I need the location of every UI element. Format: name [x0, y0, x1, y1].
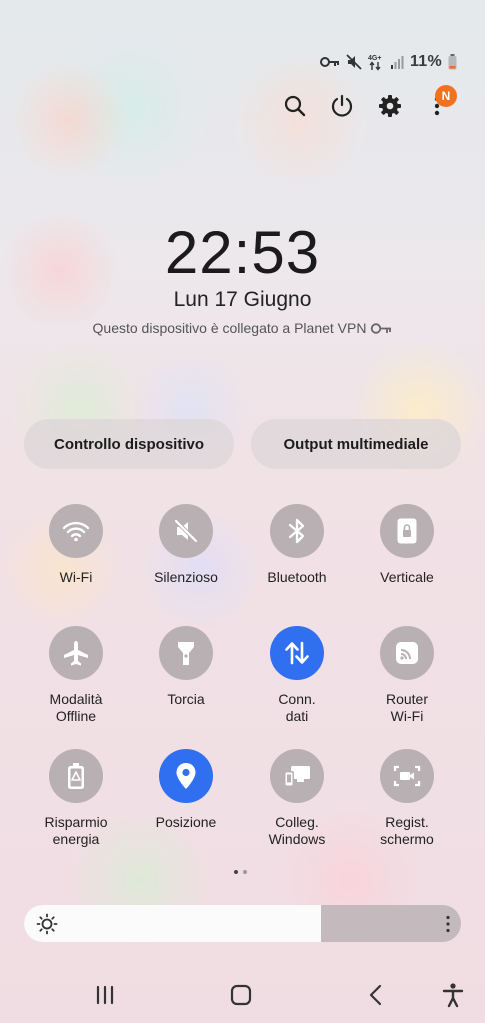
brightness-slider[interactable] [24, 905, 461, 942]
vpn-status: Questo dispositivo è collegato a Planet … [0, 320, 485, 336]
bluetooth-icon [288, 518, 305, 544]
tile-flashlight[interactable]: Torcia [131, 626, 241, 708]
hotspot-icon [396, 642, 418, 664]
airplane-icon [64, 641, 88, 666]
media-output-button[interactable]: Output multimediale [251, 419, 461, 469]
flashlight-icon [178, 642, 194, 665]
tile-screen-record[interactable]: Regist. schermo [352, 749, 462, 848]
settings-button[interactable] [374, 90, 406, 122]
page-indicator [234, 870, 247, 874]
rotation-lock-icon [397, 518, 417, 544]
tile-wifi[interactable]: Wi-Fi [21, 504, 131, 586]
screen-record-icon [393, 765, 421, 787]
search-icon [284, 95, 306, 117]
tile-circle[interactable] [159, 749, 213, 803]
battery-percent: 11% [409, 53, 442, 70]
back-icon[interactable] [366, 982, 386, 1008]
tile-circle[interactable] [270, 504, 324, 558]
home-icon[interactable] [229, 982, 253, 1008]
tile-link-windows[interactable]: Colleg. Windows [242, 749, 352, 848]
tile-mobile-data[interactable]: Conn. dati [242, 626, 352, 725]
tile-label: Torcia [167, 691, 205, 707]
tile-label: Wi-Fi [59, 569, 93, 585]
tile-label: Bluetooth [267, 569, 327, 585]
tile-bluetooth[interactable]: Bluetooth [242, 504, 352, 586]
search-button[interactable] [279, 90, 311, 122]
tile-circle[interactable] [159, 626, 213, 680]
recents-icon[interactable] [95, 982, 115, 1008]
tile-airplane[interactable]: Modalità Offline [21, 626, 131, 725]
svg-text:4G+: 4G+ [368, 55, 381, 62]
location-icon [176, 763, 196, 789]
clock-time[interactable]: 22:53 [0, 218, 485, 287]
mute-icon [346, 54, 362, 70]
tile-hotspot[interactable]: Router Wi-Fi [352, 626, 462, 725]
tile-circle[interactable] [49, 749, 103, 803]
tile-circle[interactable] [270, 749, 324, 803]
tile-circle[interactable] [380, 504, 434, 558]
mute-icon [174, 519, 198, 543]
tile-label: Modalità Offline [49, 691, 103, 724]
vpn-key-icon [319, 57, 339, 67]
power-button[interactable] [326, 90, 358, 122]
wifi-icon [62, 521, 90, 542]
vpn-message: Questo dispositivo è collegato a Planet … [92, 320, 367, 336]
battery-saver-icon [68, 763, 84, 789]
more-vert-icon[interactable] [445, 914, 451, 934]
tile-label: Posizione [155, 814, 217, 830]
tile-circle[interactable] [49, 504, 103, 558]
data-arrows-icon: 4G+ [368, 55, 381, 71]
tile-circle[interactable] [49, 626, 103, 680]
accessibility-icon[interactable] [441, 982, 465, 1008]
power-icon [331, 94, 353, 117]
tile-location[interactable]: Posizione [131, 749, 241, 831]
tile-label: Silenzioso [154, 569, 218, 585]
tile-label: Router Wi-Fi [385, 691, 429, 724]
notification-badge: N [435, 85, 457, 107]
gear-icon [379, 95, 401, 117]
tile-label: Verticale [380, 569, 434, 585]
tile-circle[interactable] [380, 626, 434, 680]
link-windows-icon [284, 766, 310, 787]
battery-icon [448, 54, 457, 70]
brightness-fill[interactable] [24, 905, 322, 942]
tile-label: Conn. dati [278, 691, 316, 724]
tile-label: Colleg. Windows [268, 814, 326, 847]
tile-label: Regist. schermo [380, 814, 434, 847]
signal-icon [390, 56, 404, 69]
sun-icon [36, 913, 58, 935]
tile-rotation[interactable]: Verticale [352, 504, 462, 586]
tile-circle[interactable] [159, 504, 213, 558]
vpn-key-icon [371, 322, 392, 334]
mobile-data-icon [285, 641, 309, 665]
tile-battery-saver[interactable]: Risparmio energia [21, 749, 131, 848]
tile-circle[interactable] [270, 626, 324, 680]
status-bar: 4G+ 11% [319, 51, 457, 73]
tile-silent[interactable]: Silenzioso [131, 504, 241, 586]
device-control-button[interactable]: Controllo dispositivo [24, 419, 234, 469]
page-dot [243, 870, 247, 874]
tile-label: Risparmio energia [44, 814, 108, 847]
clock-date[interactable]: Lun 17 Giugno [0, 288, 485, 312]
page-dot-active [234, 870, 238, 874]
tile-circle[interactable] [380, 749, 434, 803]
